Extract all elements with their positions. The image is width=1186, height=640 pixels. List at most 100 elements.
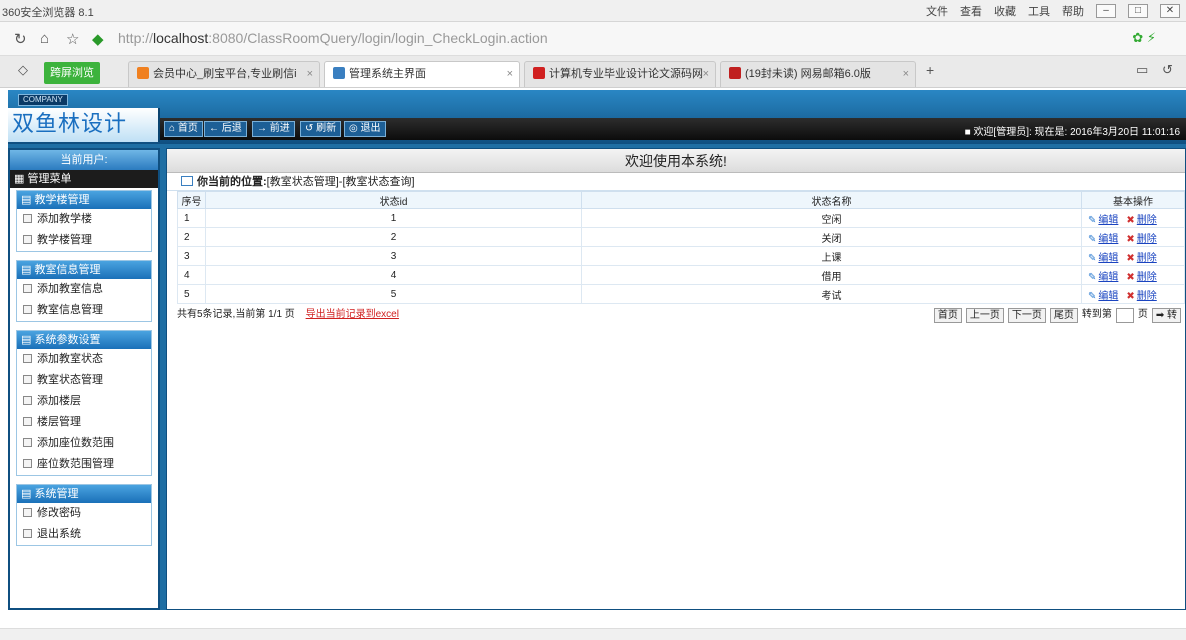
group-title[interactable]: ▤ 教室信息管理 (17, 261, 151, 279)
menu-help[interactable]: 帮助 (1062, 3, 1084, 19)
sidebar-item-state-manage[interactable]: 教室状态管理 (17, 370, 151, 391)
status-bar (0, 628, 1186, 640)
sidebar-item-floor-manage[interactable]: 楼层管理 (17, 412, 151, 433)
tab-main[interactable]: 管理系统主界面 × (324, 61, 520, 87)
table-row: 1 1 空闲 ✎ 编辑 ✖ 删除 (177, 208, 1185, 228)
group-params: ▤ 系统参数设置 添加教室状态 教室状态管理 添加楼层 楼层管理 添加座位数范围… (16, 330, 152, 476)
cross-screen-button[interactable]: 跨屏浏览 (44, 62, 100, 84)
cell-ops: ✎ 编辑 ✖ 删除 (1081, 208, 1185, 228)
delete-link[interactable]: 删除 (1137, 215, 1157, 226)
home-button[interactable]: ⌂ 首页 (164, 121, 203, 137)
col-header: 基本操作 (1081, 191, 1185, 209)
extension-icon[interactable]: ✿ ⚡ (1132, 30, 1156, 46)
last-page-button[interactable]: 尾页 (1049, 307, 1078, 323)
edit-link[interactable]: 编辑 (1098, 291, 1118, 302)
state-table: 序号 状态id 状态名称 基本操作 1 1 空闲 ✎ 编辑 ✖ 删除 2 2 关闭 ✎ (177, 191, 1185, 304)
cell-name: 上课 (581, 246, 1082, 266)
table-row: 5 5 考试 ✎ 编辑 ✖ 删除 (177, 284, 1185, 304)
group-title[interactable]: ▤ 教学楼管理 (17, 191, 151, 209)
home-icon[interactable]: ⌂ (40, 30, 49, 47)
site-icon (533, 67, 545, 79)
maximize-icon[interactable]: □ (1128, 4, 1148, 18)
delete-link[interactable]: 删除 (1137, 234, 1157, 245)
go-button[interactable]: ➡ 转 (1151, 307, 1181, 323)
cell-id: 1 (205, 208, 582, 228)
tab-thesis[interactable]: 计算机专业毕业设计论文源码网 × (524, 61, 716, 87)
browser-menu: 文件 查看 收藏 工具 帮助 – □ ✕ (926, 3, 1180, 19)
group-title[interactable]: ▤ 系统管理 (17, 485, 151, 503)
edit-link[interactable]: 编辑 (1098, 253, 1118, 264)
sidebar-item-classroom-manage[interactable]: 教室信息管理 (17, 300, 151, 321)
cloud-icon[interactable]: ◇ (18, 62, 28, 78)
undo-icon[interactable]: ↺ (1162, 62, 1173, 78)
menu-tools[interactable]: 工具 (1028, 3, 1050, 19)
cell-ops: ✎ 编辑 ✖ 删除 (1081, 284, 1185, 304)
group-system: ▤ 系统管理 修改密码 退出系统 (16, 484, 152, 546)
delete-icon: ✖ (1126, 233, 1135, 245)
tab-close-icon[interactable]: × (903, 62, 909, 86)
first-page-button[interactable]: 首页 (933, 307, 962, 323)
tab-strip: ◇ 跨屏浏览 会员中心_刷宝平台,专业刷信i × 管理系统主界面 × 计算机专业毕业… (0, 56, 1186, 88)
export-excel-link[interactable]: 导出当前记录到excel (306, 309, 399, 320)
edit-link[interactable]: 编辑 (1098, 215, 1118, 226)
url-field[interactable]: http://localhost:8080/ClassRoomQuery/log… (118, 30, 548, 46)
tab-close-icon[interactable]: × (703, 62, 709, 86)
edit-link[interactable]: 编辑 (1098, 272, 1118, 283)
sidebar-item-seat-range-manage[interactable]: 座位数范围管理 (17, 454, 151, 475)
sidebar-item-add-floor[interactable]: 添加楼层 (17, 391, 151, 412)
forward-button[interactable]: → 前进 (252, 121, 295, 137)
sidebar-item-add-seat-range[interactable]: 添加座位数范围 (17, 433, 151, 454)
delete-link[interactable]: 删除 (1137, 291, 1157, 302)
sidebar-item-add-classroom[interactable]: 添加教室信息 (17, 279, 151, 300)
tab-close-icon[interactable]: × (507, 62, 513, 86)
delete-link[interactable]: 删除 (1137, 272, 1157, 283)
back-button[interactable]: ← 后退 (204, 121, 247, 137)
logo: 双鱼林设计 (8, 108, 160, 142)
page-number-input[interactable] (1115, 307, 1134, 323)
sidebar-item-change-password[interactable]: 修改密码 (17, 503, 151, 524)
refresh-icon[interactable]: ↻ (14, 30, 27, 48)
pencil-icon: ✎ (1088, 233, 1097, 245)
sidebar-item-add-building[interactable]: 添加教学楼 (17, 209, 151, 230)
next-page-button[interactable]: 下一页 (1007, 307, 1046, 323)
cell-ops: ✎ 编辑 ✖ 删除 (1081, 227, 1185, 247)
cell-no: 5 (177, 284, 206, 304)
tab-member-center[interactable]: 会员中心_刷宝平台,专业刷信i × (128, 61, 320, 87)
shield-icon: ◆ (92, 31, 104, 48)
logout-button[interactable]: ◎ 退出 (344, 121, 386, 137)
menu-file[interactable]: 文件 (926, 3, 948, 19)
restore-icon[interactable]: ▭ (1136, 62, 1148, 78)
minimize-icon[interactable]: – (1096, 4, 1116, 18)
cell-no: 2 (177, 227, 206, 247)
cell-no: 3 (177, 246, 206, 266)
breadcrumb: 你当前的位置:[教室状态管理]-[教室状态查询] (167, 173, 1185, 191)
page-title: 欢迎使用本系统! (167, 149, 1185, 173)
edit-link[interactable]: 编辑 (1098, 234, 1118, 245)
tab-close-icon[interactable]: × (307, 62, 313, 86)
table-row: 2 2 关闭 ✎ 编辑 ✖ 删除 (177, 227, 1185, 247)
table-row: 4 4 借用 ✎ 编辑 ✖ 删除 (177, 265, 1185, 285)
pager-controls: 首页 上一页 下一页 尾页 转到第 页 ➡ 转 (933, 304, 1181, 326)
star-icon[interactable]: ☆ (66, 30, 79, 48)
new-tab-icon[interactable]: + (926, 62, 934, 78)
pencil-icon: ✎ (1088, 290, 1097, 302)
pencil-icon: ✎ (1088, 214, 1097, 226)
menu-view[interactable]: 查看 (960, 3, 982, 19)
sidebar-item-building-manage[interactable]: 教学楼管理 (17, 230, 151, 251)
cell-no: 1 (177, 208, 206, 228)
cell-ops: ✎ 编辑 ✖ 删除 (1081, 265, 1185, 285)
delete-link[interactable]: 删除 (1137, 253, 1157, 264)
toolbar: ⌂ 首页 ← 后退 → 前进 ↺ 刷新 ◎ 退出 ■ 欢迎[管理员]: 现在是:… (160, 118, 1186, 140)
site-icon (137, 67, 149, 79)
sidebar-item-add-state[interactable]: 添加教室状态 (17, 349, 151, 370)
group-title[interactable]: ▤ 系统参数设置 (17, 331, 151, 349)
tab-mail[interactable]: (19封未读) 网易邮箱6.0版 × (720, 61, 916, 87)
app-frame: COMPANY 双鱼林设计 ⌂ 首页 ← 后退 → 前进 ↺ 刷新 ◎ 退出 ■… (8, 90, 1186, 610)
menu-favorites[interactable]: 收藏 (994, 3, 1016, 19)
prev-page-button[interactable]: 上一页 (965, 307, 1004, 323)
mail-icon (729, 67, 741, 79)
close-icon[interactable]: ✕ (1160, 4, 1180, 18)
cell-name: 空闲 (581, 208, 1082, 228)
sidebar-item-exit[interactable]: 退出系统 (17, 524, 151, 545)
refresh-button[interactable]: ↺ 刷新 (300, 121, 342, 137)
